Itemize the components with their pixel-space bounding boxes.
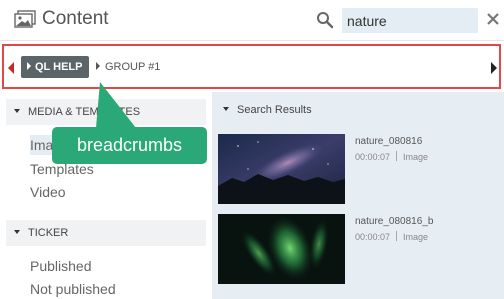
result-meta: 00:00:07 Image (355, 231, 428, 242)
header: Content (0, 0, 504, 40)
breadcrumb-label: GROUP #1 (105, 61, 161, 73)
section-label: TICKER (28, 227, 69, 239)
close-icon[interactable] (487, 13, 499, 25)
section-ticker[interactable]: TICKER (6, 220, 206, 246)
breadcrumb-label: QL HELP (35, 61, 83, 73)
thumbnail-aurora-image (218, 214, 345, 284)
scroll-left-arrow-icon[interactable] (8, 62, 14, 74)
caret-right-icon (96, 62, 100, 70)
result-type: Image (403, 232, 429, 242)
breadcrumbs-callout: breadcrumbs (52, 127, 207, 164)
meta-divider (396, 231, 398, 241)
scroll-right-arrow-icon[interactable] (491, 62, 497, 74)
caret-down-icon (14, 230, 20, 234)
result-item[interactable]: nature_080816 00:00:07 Image (218, 134, 499, 204)
search-input[interactable] (342, 8, 478, 33)
result-duration: 00:00:07 (355, 152, 391, 162)
search-results-label: Search Results (237, 104, 312, 116)
result-item[interactable]: nature_080816_b 00:00:07 Image (218, 214, 499, 284)
caret-down-icon (14, 109, 20, 113)
sidebar-item-not-published[interactable]: Not published (30, 281, 116, 297)
result-type: Image (403, 152, 429, 162)
caret-down-icon (223, 107, 229, 111)
header-divider (0, 40, 504, 41)
page-title: Content (42, 8, 109, 29)
sidebar-item-published[interactable]: Published (30, 258, 92, 274)
search-icon[interactable] (316, 11, 334, 29)
thumbnail-night-sky-image (218, 134, 345, 204)
section-media-templates[interactable]: MEDIA & TEMPLATES (6, 99, 206, 125)
result-name: nature_080816 (355, 136, 423, 147)
sidebar-item-video[interactable]: Video (30, 184, 66, 200)
image-icon (14, 10, 36, 28)
search-results-panel: Search Results nature_080816 00:00:07 Im… (215, 92, 504, 299)
caret-right-icon (27, 62, 31, 70)
result-duration: 00:00:07 (355, 232, 391, 242)
section-label: MEDIA & TEMPLATES (28, 106, 141, 118)
result-meta: 00:00:07 Image (355, 151, 428, 162)
result-name: nature_080816_b (355, 216, 434, 227)
meta-divider (396, 151, 398, 161)
search-results-header[interactable]: Search Results (223, 104, 312, 116)
sidebar: MEDIA & TEMPLATES Images Templates Video… (0, 92, 212, 299)
breadcrumb: QL HELP GROUP #1 (2, 44, 501, 89)
breadcrumb-item-group[interactable]: GROUP #1 (96, 61, 160, 73)
breadcrumb-item-ql-help[interactable]: QL HELP (21, 56, 90, 78)
